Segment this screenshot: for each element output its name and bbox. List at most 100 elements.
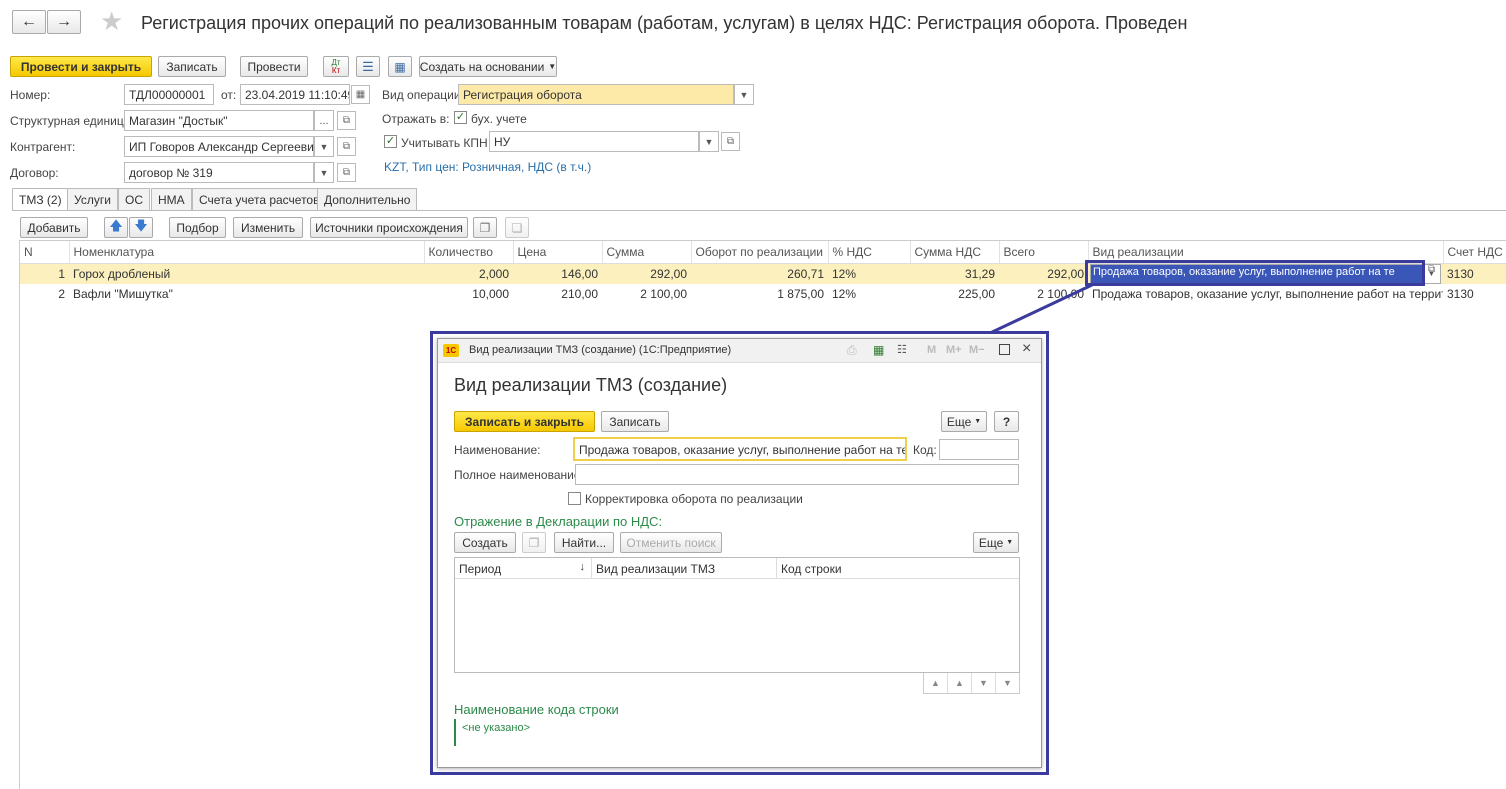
cell-sum[interactable]: 292,00 — [602, 263, 691, 284]
kpn-field[interactable]: НУ — [489, 131, 699, 152]
kpn-open-button[interactable]: ⧉ — [721, 132, 740, 151]
prev-page-icon[interactable]: ▲ — [948, 673, 972, 693]
create-button[interactable]: Создать — [454, 532, 516, 553]
col-vat-rate[interactable]: % НДС — [828, 241, 911, 264]
col-total[interactable]: Всего — [999, 241, 1089, 264]
tab-os[interactable]: ОС — [118, 188, 150, 210]
memory-minus-icon[interactable]: M− — [969, 344, 985, 356]
contract-open-button[interactable]: ⧉ — [337, 163, 356, 182]
maximize-icon[interactable] — [999, 344, 1010, 355]
counterparty-field[interactable]: ИП Говоров Александр Сергеевич — [124, 136, 314, 157]
col-vat-account[interactable]: Счет НДС — [1443, 241, 1506, 264]
table-row[interactable]: 2 Вафли "Мишутка" 10,000 210,00 2 100,00… — [20, 284, 1506, 304]
fullname-field[interactable] — [575, 464, 1019, 485]
cell-turnover[interactable]: 1 875,00 — [691, 284, 828, 304]
pick-button[interactable]: Подбор — [169, 217, 226, 238]
optype-field[interactable]: Регистрация оборота — [458, 84, 734, 105]
counterparty-open-button[interactable]: ⧉ — [337, 137, 356, 156]
move-down-button[interactable]: 🡇 — [129, 217, 153, 238]
col-sale-type-tmz[interactable]: Вид реализации ТМЗ — [592, 558, 777, 579]
add-row-button[interactable]: Добавить — [20, 217, 88, 238]
help-button[interactable]: ? — [994, 411, 1019, 432]
counterparty-dropdown[interactable]: ▼ — [314, 136, 334, 157]
calendar-button[interactable]: ▦ — [351, 85, 370, 104]
unit-field[interactable]: Магазин "Достык" — [124, 110, 314, 131]
cell-vat-rate[interactable]: 12% — [828, 263, 910, 284]
kpn-dropdown[interactable]: ▼ — [699, 131, 719, 152]
cell-price[interactable]: 210,00 — [513, 284, 602, 304]
reflect-checkbox[interactable]: ✓ — [454, 111, 467, 124]
cell-quantity[interactable]: 2,000 — [424, 263, 513, 284]
unit-select-button[interactable]: ... — [314, 110, 334, 131]
post-button[interactable]: Провести — [240, 56, 308, 77]
cell-total[interactable]: 292,00 — [999, 263, 1088, 284]
sources-button[interactable]: Источники происхождения — [310, 217, 468, 238]
cancel-search-button[interactable]: Отменить поиск — [620, 532, 722, 553]
cell-nomenclature[interactable]: Горох дробленый — [69, 263, 424, 284]
price-type-link[interactable]: KZT, Тип цен: Розничная, НДС (в т.ч.) — [384, 160, 591, 174]
correction-checkbox[interactable] — [568, 492, 581, 505]
cell-vat-account[interactable]: 3130 — [1443, 284, 1506, 304]
document-list-button[interactable]: ☰ — [356, 56, 380, 77]
col-turnover[interactable]: Оборот по реализации — [691, 241, 829, 264]
col-nomenclature[interactable]: Номенклатура — [69, 241, 425, 264]
unit-open-button[interactable]: ⧉ — [337, 111, 356, 130]
favorite-star-icon[interactable]: ★ — [100, 6, 123, 37]
post-and-close-button[interactable]: Провести и закрыть — [10, 56, 152, 77]
contract-field[interactable]: договор № 319 — [124, 162, 314, 183]
kpn-checkbox[interactable]: ✓ — [384, 135, 397, 148]
copy-record-button[interactable]: ❐ — [522, 532, 546, 553]
paste-button[interactable]: ❏ — [505, 217, 529, 238]
memory-plus-icon[interactable]: M+ — [946, 344, 962, 356]
cell-turnover[interactable]: 260,71 — [691, 263, 828, 284]
more-button[interactable]: Еще ▼ — [941, 411, 987, 432]
col-period[interactable]: Период ↓ — [455, 558, 592, 579]
col-vat-sum[interactable]: Сумма НДС — [910, 241, 1000, 264]
move-up-button[interactable]: 🡅 — [104, 217, 128, 238]
contract-dropdown[interactable]: ▼ — [314, 162, 334, 183]
cell-vat-rate[interactable]: 12% — [828, 284, 910, 304]
save-and-close-button[interactable]: Записать и закрыть — [454, 411, 595, 432]
memory-m-icon[interactable]: M — [927, 344, 936, 356]
close-icon[interactable]: × — [1022, 340, 1031, 358]
calculator-icon[interactable]: ▦ — [873, 343, 884, 357]
col-quantity[interactable]: Количество — [424, 241, 514, 264]
name-field[interactable]: Продажа товаров, оказание услуг, выполне… — [573, 437, 907, 461]
modal-save-button[interactable]: Записать — [601, 411, 669, 432]
print-icon[interactable]: ⎙ — [847, 343, 857, 358]
cell-sale-type[interactable]: Продажа товаров, оказание услуг, выполне… — [1088, 284, 1443, 304]
cell-sum[interactable]: 2 100,00 — [602, 284, 691, 304]
calendar-icon[interactable]: ☷ — [897, 343, 907, 356]
find-button[interactable]: Найти... — [554, 532, 614, 553]
cell-price[interactable]: 146,00 — [513, 263, 602, 284]
first-page-icon[interactable]: ▲ — [924, 673, 948, 693]
number-field[interactable]: ТДЛ00000001 — [124, 84, 214, 105]
cell-vat-account[interactable]: 3130 — [1443, 263, 1506, 284]
dtkt-report-button[interactable]: Дт Кт — [323, 56, 349, 77]
more2-button[interactable]: Еще ▼ — [973, 532, 1019, 553]
col-line-code[interactable]: Код строки — [777, 558, 1019, 579]
tab-additional[interactable]: Дополнительно — [317, 188, 418, 210]
create-based-on-button[interactable]: Создать на основании ▼ — [419, 56, 557, 77]
tab-nma[interactable]: НМА — [151, 188, 192, 210]
col-price[interactable]: Цена — [513, 241, 603, 264]
open-link-icon[interactable]: ⧉ — [1428, 264, 1435, 275]
code-field[interactable] — [939, 439, 1019, 460]
next-page-icon[interactable]: ▼ — [972, 673, 996, 693]
tab-tmz[interactable]: ТМЗ (2) — [12, 188, 69, 211]
copy-button[interactable]: ❐ — [473, 217, 497, 238]
last-page-icon[interactable]: ▼ — [996, 673, 1019, 693]
save-button[interactable]: Записать — [158, 56, 226, 77]
optype-dropdown[interactable]: ▼ — [734, 84, 754, 105]
tab-services[interactable]: Услуги — [67, 188, 118, 210]
tab-accounts[interactable]: Счета учета расчетов — [192, 188, 327, 210]
cell-nomenclature[interactable]: Вафли "Мишутка" — [69, 284, 424, 304]
forward-button[interactable]: → — [47, 10, 81, 34]
cell-quantity[interactable]: 10,000 — [424, 284, 513, 304]
back-button[interactable]: ← — [12, 10, 46, 34]
change-button[interactable]: Изменить — [233, 217, 303, 238]
code-name-value[interactable]: <не указано> — [462, 722, 530, 734]
col-sum[interactable]: Сумма — [602, 241, 692, 264]
col-n[interactable]: N — [20, 241, 70, 264]
cell-vat-sum[interactable]: 31,29 — [910, 263, 999, 284]
